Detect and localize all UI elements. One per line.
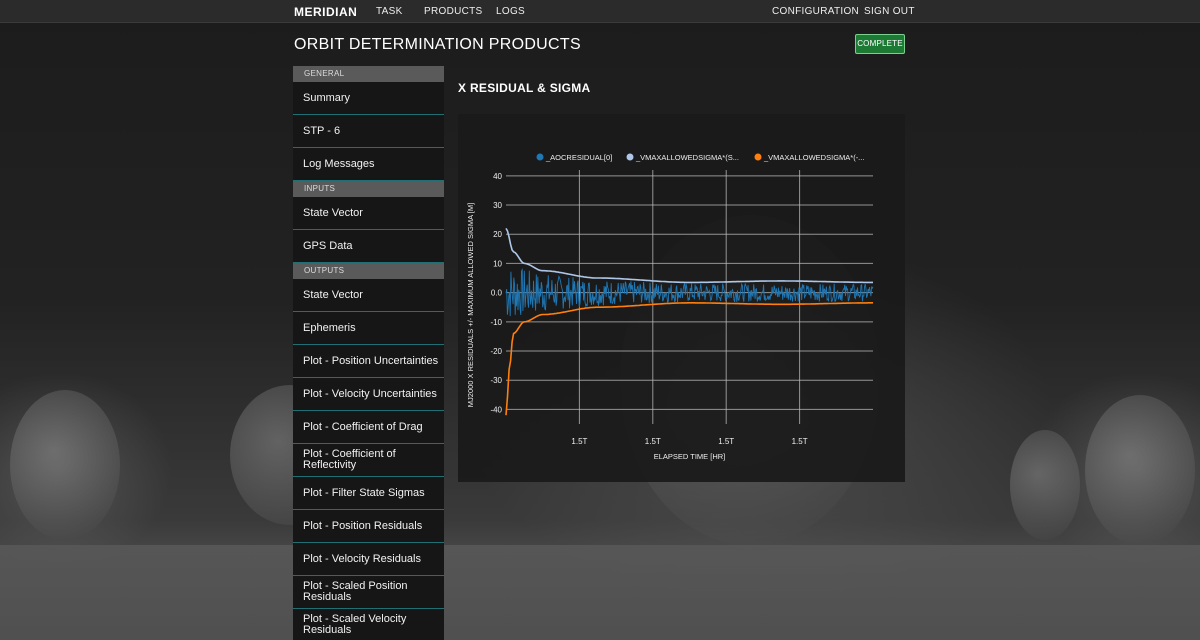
sidebar-item-ephemeris[interactable]: Ephemeris [293, 312, 444, 345]
sidebar-item-scaled-velocity-residuals[interactable]: Plot - Scaled Velocity Residuals [293, 609, 444, 640]
sidebar-item-output-state-vector[interactable]: State Vector [293, 279, 444, 312]
background-antenna-dish [1010, 430, 1080, 540]
nav-configuration[interactable]: CONFIGURATION [772, 6, 859, 17]
sidebar-item-coefficient-of-reflectivity[interactable]: Plot - Coefficient of Reflectivity [293, 444, 444, 477]
legend-marker [627, 154, 634, 161]
sidebar-section-inputs: INPUTS [293, 181, 444, 197]
sidebar-item-log-messages[interactable]: Log Messages [293, 148, 444, 181]
chart-panel: 40 30 20 10 0.0 -10 -20 -30 -40 1.5T 1.5T 1.5T 1.5T E… [458, 114, 905, 482]
y-tick-label: -20 [490, 347, 502, 356]
x-tick-label: 1.5T [792, 437, 808, 446]
top-navbar: MERIDIAN TASK PRODUCTS LOGS CONFIGURATIO… [0, 0, 1200, 23]
legend-label: _VMAXALLOWEDSIGMA*(S... [635, 153, 739, 162]
status-badge: COMPLETE [855, 34, 905, 54]
sidebar-item-position-residuals[interactable]: Plot - Position Residuals [293, 510, 444, 543]
nav-logs[interactable]: LOGS [496, 6, 525, 17]
sidebar-item-scaled-position-residuals[interactable]: Plot - Scaled Position Residuals [293, 576, 444, 609]
brand-logo[interactable]: MERIDIAN [294, 5, 357, 19]
sidebar-section-general: GENERAL [293, 66, 444, 82]
sidebar-item-stp[interactable]: STP - 6 [293, 115, 444, 148]
background-antenna-dish [10, 390, 120, 540]
x-tick-label: 1.5T [645, 437, 661, 446]
nav-sign-out[interactable]: SIGN OUT [864, 6, 915, 17]
nav-products[interactable]: PRODUCTS [424, 6, 483, 17]
background-antenna-dish [1085, 395, 1195, 545]
page-title: ORBIT DETERMINATION PRODUCTS [294, 36, 581, 54]
legend-label: _AOCRESIDUAL[0] [545, 153, 612, 162]
y-axis-label: MJ2000 X RESIDUALS +/- MAXIMUM ALLOWED S… [466, 203, 475, 407]
sidebar-item-position-uncertainties[interactable]: Plot - Position Uncertainties [293, 345, 444, 378]
sidebar-item-summary[interactable]: Summary [293, 82, 444, 115]
section-title: X RESIDUAL & SIGMA [458, 81, 591, 95]
sidebar: GENERAL Summary STP - 6 Log Messages INP… [293, 66, 444, 640]
sidebar-item-velocity-uncertainties[interactable]: Plot - Velocity Uncertainties [293, 378, 444, 411]
legend-marker [537, 154, 544, 161]
sidebar-item-gps-data[interactable]: GPS Data [293, 230, 444, 263]
y-tick-label: 0.0 [491, 289, 503, 298]
x-tick-label: 1.5T [571, 437, 587, 446]
y-tick-label: 10 [493, 259, 502, 268]
y-tick-label: -30 [490, 376, 502, 385]
legend-label: _VMAXALLOWEDSIGMA*(-... [763, 153, 864, 162]
sidebar-item-input-state-vector[interactable]: State Vector [293, 197, 444, 230]
nav-task[interactable]: TASK [376, 6, 403, 17]
legend-marker [755, 154, 762, 161]
sidebar-item-coefficient-of-drag[interactable]: Plot - Coefficient of Drag [293, 411, 444, 444]
residual-chart: 40 30 20 10 0.0 -10 -20 -30 -40 1.5T 1.5T 1.5T 1.5T E… [458, 114, 905, 482]
y-tick-label: 20 [493, 230, 502, 239]
sidebar-section-outputs: OUTPUTS [293, 263, 444, 279]
series-sigma-lower-line [506, 303, 873, 415]
background-ground [0, 545, 1200, 640]
y-tick-label: -40 [490, 405, 502, 414]
y-tick-label: -10 [490, 318, 502, 327]
series-sigma-upper-line [506, 228, 873, 282]
x-axis-label: ELAPSED TIME [HR] [654, 452, 726, 461]
sidebar-item-velocity-residuals[interactable]: Plot - Velocity Residuals [293, 543, 444, 576]
y-tick-label: 30 [493, 201, 502, 210]
x-tick-label: 1.5T [718, 437, 734, 446]
sidebar-item-filter-state-sigmas[interactable]: Plot - Filter State Sigmas [293, 477, 444, 510]
y-tick-label: 40 [493, 172, 502, 181]
